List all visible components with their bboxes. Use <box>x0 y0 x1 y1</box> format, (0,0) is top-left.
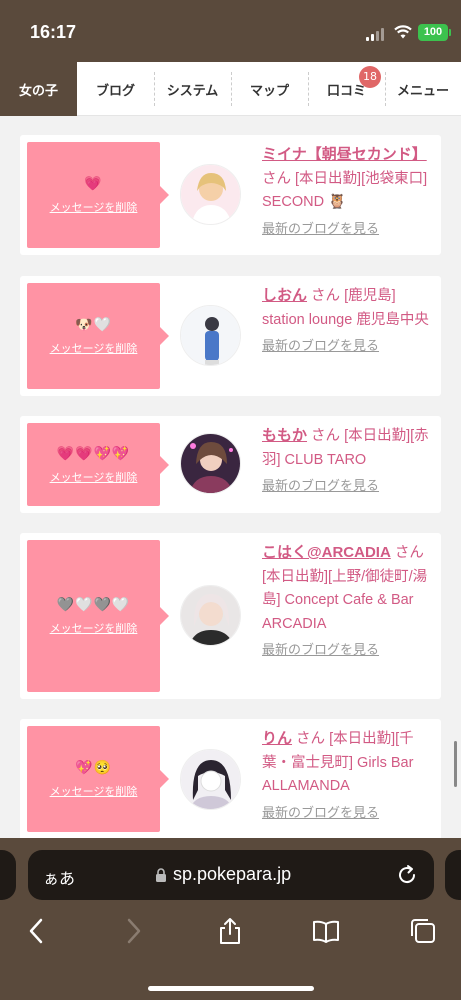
message-text: 💗 <box>84 176 103 192</box>
message-text: 🐶🤍 <box>75 317 112 333</box>
category-nav: 女の子 ブログ システム マップ 口コミ 18 メニュー <box>0 62 461 116</box>
bookmarks-icon[interactable] <box>311 916 341 946</box>
lock-icon <box>156 868 166 882</box>
back-icon[interactable] <box>22 916 52 946</box>
latest-blog-link[interactable]: 最新のブログを見る <box>262 474 440 498</box>
list-item: 🐶🤍 メッセージを削除 しおん さん [鹿児島] station lounge … <box>20 276 441 396</box>
scrollbar-thumb[interactable] <box>454 741 457 787</box>
avatar[interactable] <box>180 164 241 225</box>
cellular-signal-icon <box>366 28 384 41</box>
tab-blog[interactable]: ブログ <box>77 62 154 116</box>
girl-name-link[interactable]: ももか <box>262 427 307 444</box>
message-bubble: 💗💗💖💖 メッセージを削除 <box>27 423 169 506</box>
girl-info: りん さん [本日出勤][千葉・富士見町] Girls Bar ALLAMAND… <box>262 727 440 824</box>
tabs-icon[interactable] <box>408 916 438 946</box>
tab-reviews[interactable]: 口コミ 18 <box>308 62 385 116</box>
next-tab-peek[interactable] <box>445 850 461 900</box>
list-item: 💗💗💖💖 メッセージを削除 ももか さん [本日出勤][赤羽] CLUB TAR… <box>20 416 441 513</box>
share-icon[interactable] <box>215 916 245 946</box>
message-bubble: 💗 メッセージを削除 <box>27 142 169 248</box>
previous-tab-peek[interactable] <box>0 850 16 900</box>
delete-message-link[interactable]: メッセージを削除 <box>50 783 138 799</box>
girl-name-link[interactable]: ミイナ【朝昼セカンド】 <box>262 146 427 163</box>
browser-chrome: ぁあ sp.pokepara.jp <box>0 838 461 1000</box>
latest-blog-link[interactable]: 最新のブログを見る <box>262 217 440 241</box>
tab-label: 女の子 <box>18 83 58 99</box>
girl-name-link[interactable]: こはく@ARCADIA <box>262 544 391 561</box>
tab-girls[interactable]: 女の子 <box>0 62 77 116</box>
honorific: さん <box>311 288 341 304</box>
message-list: 💗 メッセージを削除 ミイナ【朝昼セカンド】 さん [本日出勤][池袋東口] S… <box>0 116 461 838</box>
delete-message-link[interactable]: メッセージを削除 <box>50 340 138 356</box>
message-text: 💗💗💖💖 <box>56 445 131 462</box>
avatar[interactable] <box>180 305 241 366</box>
girl-info: こはく@ARCADIA さん [本日出勤][上野/御徒町/湯島] Concept… <box>262 541 440 662</box>
latest-blog-link[interactable]: 最新のブログを見る <box>262 801 440 825</box>
list-item: 💗 メッセージを削除 ミイナ【朝昼セカンド】 さん [本日出勤][池袋東口] S… <box>20 135 441 255</box>
honorific: さん <box>262 170 291 187</box>
delete-message-link[interactable]: メッセージを削除 <box>50 469 138 485</box>
message-bubble: 💖🥺 メッセージを削除 <box>27 726 169 832</box>
status-bar: 16:17 100 <box>0 0 461 62</box>
avatar[interactable] <box>180 749 241 810</box>
tab-label: メニュー <box>396 83 449 99</box>
home-indicator <box>148 986 314 991</box>
message-text: 💖🥺 <box>75 760 112 776</box>
message-bubble: 🐶🤍 メッセージを削除 <box>27 283 169 389</box>
avatar[interactable] <box>180 433 241 494</box>
girl-name-link[interactable]: りん <box>262 730 292 747</box>
list-item: 💖🥺 メッセージを削除 りん さん [本日出勤][千葉・富士見町] Girls … <box>20 719 441 838</box>
wifi-icon <box>394 25 412 39</box>
tab-map[interactable]: マップ <box>231 62 308 116</box>
tab-menu[interactable]: メニュー <box>385 62 461 116</box>
reload-icon[interactable] <box>395 863 419 887</box>
girl-info: しおん さん [鹿児島] station lounge 鹿児島中央 最新のブログ… <box>262 284 440 358</box>
honorific: さん <box>311 428 341 444</box>
girl-info: ももか さん [本日出勤][赤羽] CLUB TARO 最新のブログを見る <box>262 424 440 498</box>
honorific: さん <box>394 545 424 561</box>
delete-message-link[interactable]: メッセージを削除 <box>50 620 138 636</box>
tab-system[interactable]: システム <box>154 62 231 116</box>
message-bubble: 🩶🤍🩶🤍 メッセージを削除 <box>27 540 169 692</box>
tab-label: ブログ <box>95 83 135 99</box>
reviews-count-badge: 18 <box>359 66 381 88</box>
delete-message-link[interactable]: メッセージを削除 <box>50 199 138 215</box>
girl-info: ミイナ【朝昼セカンド】 さん [本日出勤][池袋東口] SECOND 🦉 最新の… <box>262 143 440 240</box>
latest-blog-link[interactable]: 最新のブログを見る <box>262 334 440 358</box>
avatar[interactable] <box>180 585 241 646</box>
honorific: さん <box>296 731 326 747</box>
list-item: 🩶🤍🩶🤍 メッセージを削除 こはく@ARCADIA さん [本日出勤][上野/御… <box>20 533 441 699</box>
tab-label: マップ <box>249 83 289 99</box>
page-settings-button[interactable]: ぁあ <box>43 865 75 889</box>
girl-name-link[interactable]: しおん <box>262 287 307 304</box>
tab-label: システム <box>166 83 219 99</box>
status-time: 16:17 <box>30 22 77 42</box>
battery-icon: 100 <box>418 24 451 41</box>
shop-details: [本日出勤][上野/御徒町/湯島] Concept Cafe & Bar ARC… <box>262 568 428 632</box>
url-text[interactable]: sp.pokepara.jp <box>173 864 291 885</box>
address-bar[interactable]: ぁあ sp.pokepara.jp <box>28 850 434 900</box>
forward-icon[interactable] <box>118 916 148 946</box>
message-text: 🩶🤍🩶🤍 <box>56 597 131 613</box>
latest-blog-link[interactable]: 最新のブログを見る <box>262 638 440 662</box>
